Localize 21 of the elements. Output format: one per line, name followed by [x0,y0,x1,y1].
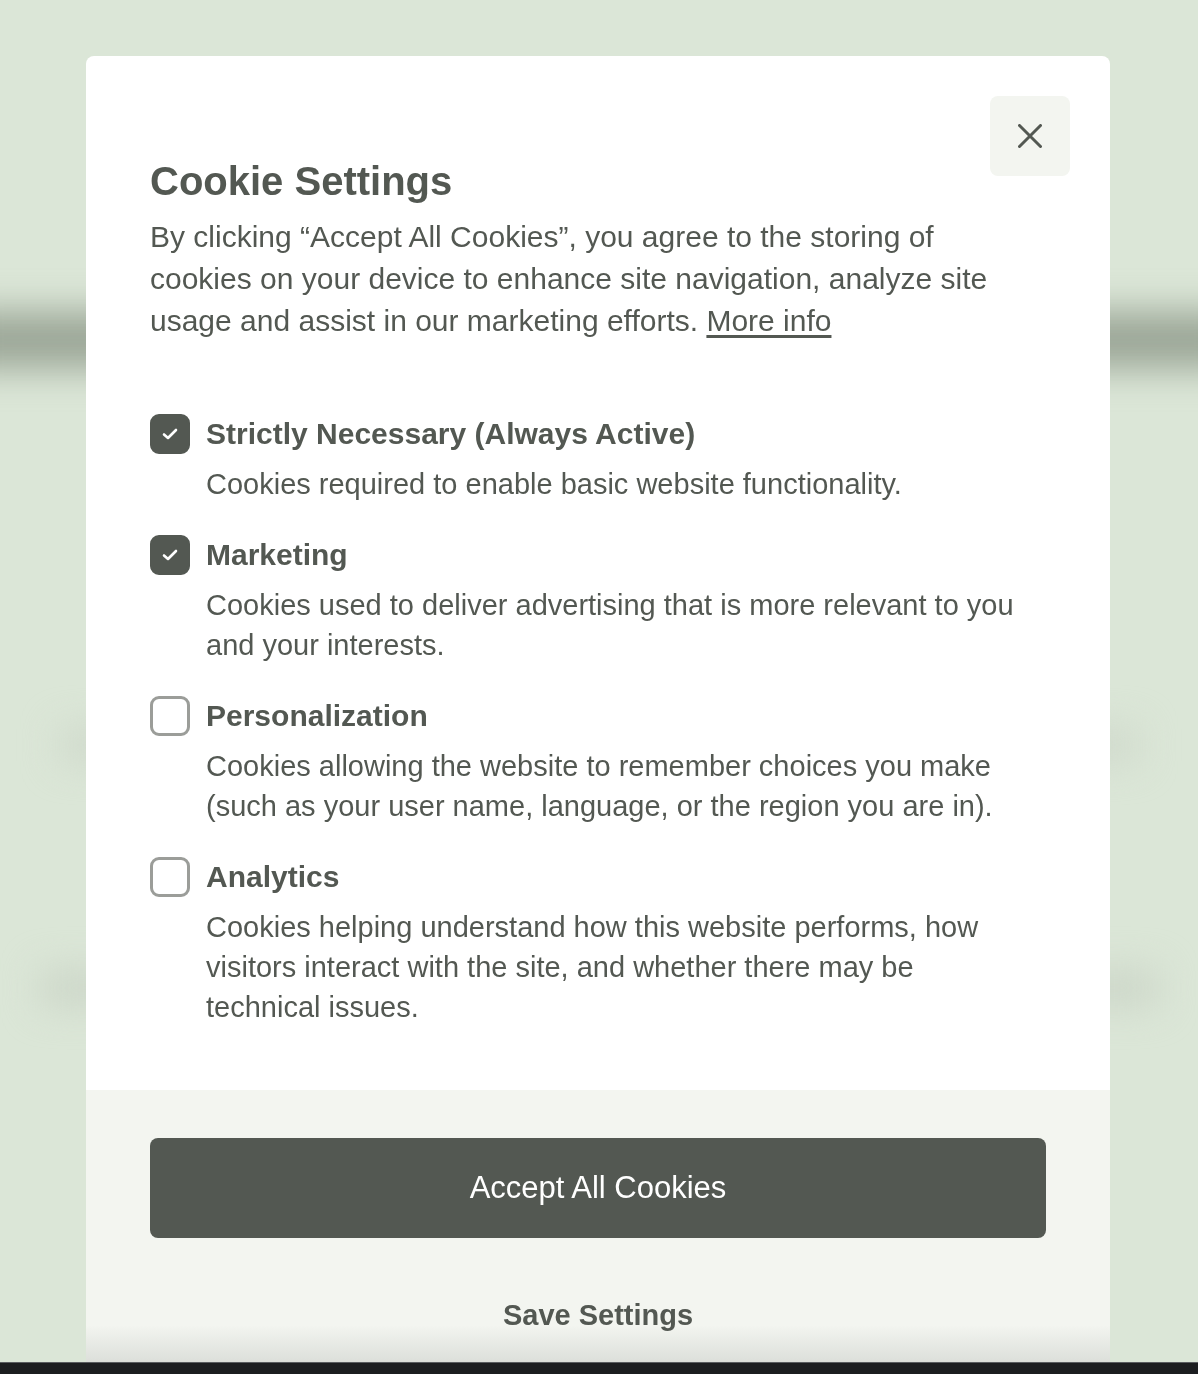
option-description: Cookies helping understand how this website performs, how visitors interact with the site, and whether there may be technical issues. [206,910,980,1025]
option-description: Cookies allowing the website to remember choices you make (such as your user name, language, or the region you are in). [206,749,994,824]
intro-text: By clicking “Accept All Cookies”, you agree to the storing of cookies on your device to enhance site navigation, analyze site usage and assist in our marketing efforts. More info [150,219,989,339]
option-description: Cookies used to deliver advertising that is more relevant to you and your interests. [206,588,1015,663]
checkmark-icon [162,428,178,440]
option-label: Analytics [206,859,340,895]
close-button[interactable] [990,96,1070,176]
checkmark-icon [162,549,178,561]
option-description: Cookies required to enable basic website functionality. [206,467,903,502]
dialog-title: Cookie Settings [150,158,453,205]
more-info-link[interactable]: More info [706,304,832,337]
checkbox[interactable] [150,696,190,736]
close-icon [1018,124,1042,148]
checkbox[interactable] [150,535,190,575]
checkbox[interactable] [150,414,190,454]
option-label: Marketing [206,537,348,573]
option-label: Strictly Necessary (Always Active) [206,416,696,452]
checkbox[interactable] [150,857,190,897]
option-label: Personalization [206,698,428,734]
save-settings-button[interactable]: Save Settings [498,1295,698,1335]
accept-all-button[interactable]: Accept All Cookies [150,1138,1046,1238]
